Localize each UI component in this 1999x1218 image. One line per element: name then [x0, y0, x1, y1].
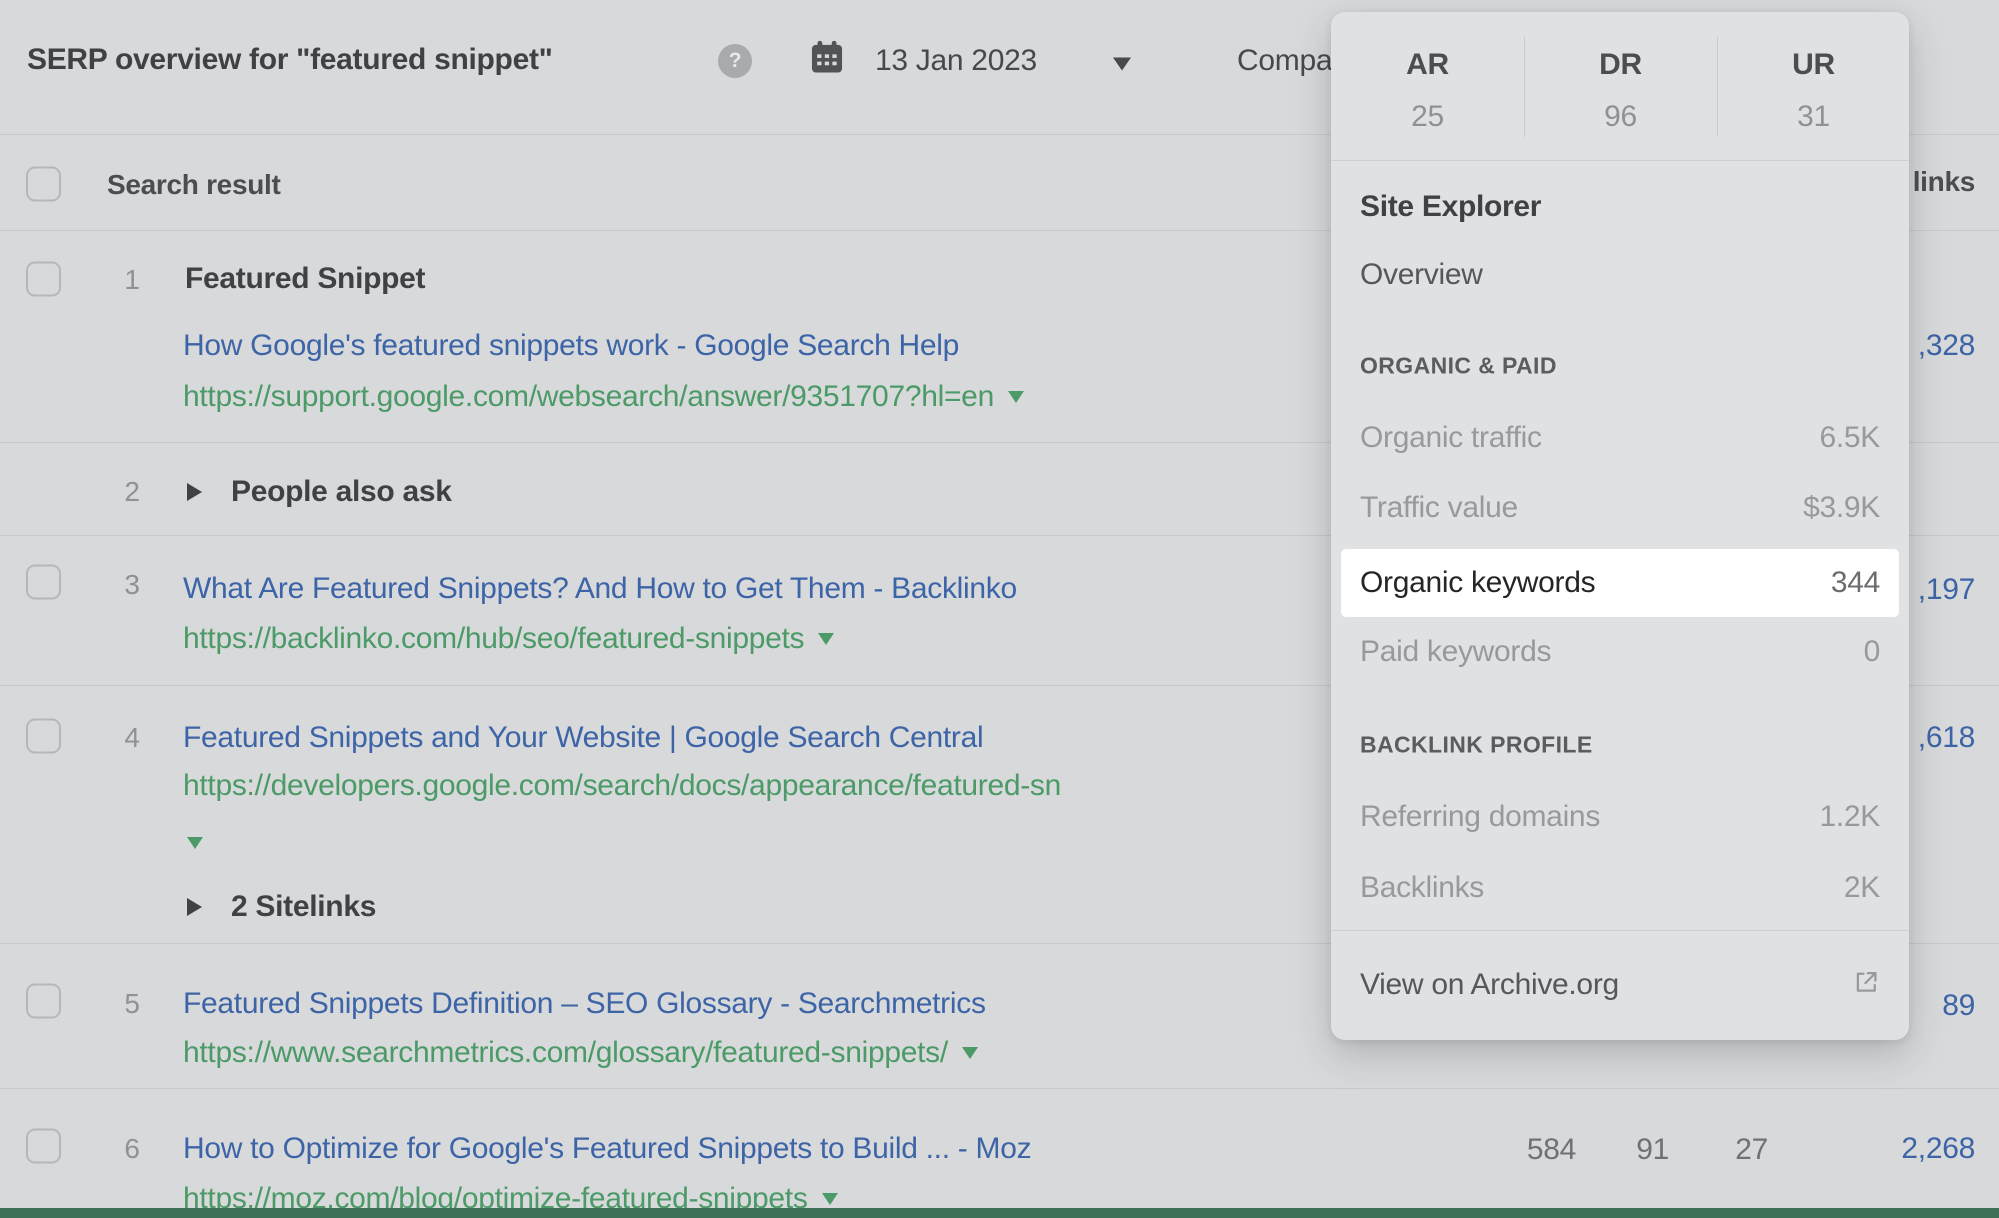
sitelinks-toggle[interactable]: 2 Sitelinks	[231, 892, 376, 922]
result-url[interactable]: https://backlinko.com/hub/seo/featured-s…	[183, 622, 804, 655]
compare-control-partial[interactable]: Compa	[1237, 46, 1332, 76]
menu-item-organic-keywords[interactable]: Organic keywords	[1360, 568, 1595, 598]
ur-label: UR	[1717, 50, 1909, 80]
result-link[interactable]: What Are Featured Snippets? And How to G…	[183, 574, 1017, 604]
column-header-backlinks-partial[interactable]: links	[1913, 168, 1975, 196]
menu-item-overview[interactable]: Overview	[1360, 260, 1483, 290]
ar-label: AR	[1331, 50, 1524, 80]
serp-feature-title[interactable]: People also ask	[231, 477, 452, 507]
divider	[1331, 930, 1909, 931]
backlinks-value-partial[interactable]: ,197	[1918, 575, 1975, 605]
backlinks-value-partial[interactable]: ,618	[1918, 723, 1975, 753]
result-link[interactable]: Featured Snippets Definition – SEO Gloss…	[183, 989, 986, 1019]
organic-traffic-value: 6.5K	[1819, 423, 1880, 453]
serp-position: 2	[110, 478, 154, 506]
bottom-section-bar	[0, 1208, 1999, 1218]
result-url-line: https://support.google.com/websearch/ans…	[183, 382, 1024, 412]
section-backlink-profile: BACKLINK PROFILE	[1360, 734, 1593, 757]
row-checkbox[interactable]	[26, 262, 61, 297]
section-organic-paid: ORGANIC & PAID	[1360, 355, 1557, 378]
menu-item-paid-keywords[interactable]: Paid keywords	[1360, 637, 1551, 667]
serp-position: 1	[110, 266, 154, 294]
site-explorer-title: Site Explorer	[1360, 192, 1541, 222]
serp-position: 6	[110, 1135, 154, 1163]
date-chevron-down-icon[interactable]	[1113, 58, 1131, 71]
backlinks-value: 2K	[1844, 873, 1880, 903]
paid-keywords-value: 0	[1864, 637, 1880, 667]
dr-value: 96	[1524, 102, 1717, 132]
organic-keywords-value: 344	[1831, 568, 1880, 598]
dr-metric[interactable]: DR 96	[1524, 50, 1717, 132]
url-dropdown-icon[interactable]	[962, 1047, 978, 1059]
ur-value: 27	[1735, 1135, 1768, 1165]
dr-value: 91	[1636, 1135, 1669, 1165]
row-checkbox[interactable]	[26, 719, 61, 754]
result-link[interactable]: How Google's featured snippets work - Go…	[183, 331, 959, 361]
row-checkbox[interactable]	[26, 984, 61, 1019]
backlinks-value-partial[interactable]: ,328	[1918, 331, 1975, 361]
serp-position: 4	[110, 724, 154, 752]
url-dropdown-icon[interactable]	[818, 633, 834, 645]
url-dropdown-icon[interactable]	[187, 837, 203, 849]
result-url[interactable]: https://www.searchmetrics.com/glossary/f…	[183, 1036, 948, 1069]
menu-item-referring-domains[interactable]: Referring domains	[1360, 802, 1600, 832]
serp-feature-title: Featured Snippet	[185, 264, 425, 294]
url-dropdown-icon[interactable]	[1008, 391, 1024, 403]
result-link[interactable]: Featured Snippets and Your Website | Goo…	[183, 723, 983, 753]
serp-position: 5	[110, 990, 154, 1018]
ar-value: 584	[1527, 1135, 1576, 1165]
expand-triangle-icon[interactable]	[187, 483, 202, 501]
site-explorer-popup: AR 25 DR 96 UR 31 Site Explorer Overview…	[1331, 12, 1909, 1040]
select-all-checkbox[interactable]	[26, 167, 61, 202]
divider	[1524, 37, 1525, 137]
serp-overview-screen: SERP overview for "featured snippet" ? 1…	[0, 0, 1999, 1218]
menu-item-traffic-value[interactable]: Traffic value	[1360, 493, 1518, 523]
page-title: SERP overview for "featured snippet"	[27, 45, 553, 75]
menu-item-organic-traffic[interactable]: Organic traffic	[1360, 423, 1542, 453]
divider	[1717, 37, 1718, 137]
expand-triangle-icon[interactable]	[187, 898, 202, 916]
menu-item-view-archive[interactable]: View on Archive.org	[1360, 970, 1619, 1000]
traffic-value-value: $3.9K	[1803, 493, 1880, 523]
ur-metric[interactable]: UR 31	[1717, 50, 1909, 132]
calendar-icon[interactable]	[808, 39, 846, 82]
ar-metric[interactable]: AR 25	[1331, 50, 1524, 132]
result-url-partial[interactable]: https://developers.google.com/search/doc…	[183, 771, 1061, 801]
result-url[interactable]: https://support.google.com/websearch/ans…	[183, 380, 994, 413]
external-link-icon[interactable]	[1851, 968, 1881, 1003]
help-icon[interactable]: ?	[718, 44, 752, 78]
dr-label: DR	[1524, 50, 1717, 80]
ar-value: 25	[1331, 102, 1524, 132]
serp-position: 3	[110, 571, 154, 599]
row-checkbox[interactable]	[26, 1129, 61, 1164]
referring-domains-value: 1.2K	[1819, 802, 1880, 832]
column-header-search-result[interactable]: Search result	[107, 171, 281, 199]
row-checkbox[interactable]	[26, 565, 61, 600]
ur-value: 31	[1717, 102, 1909, 132]
backlinks-value[interactable]: 2,268	[1901, 1134, 1975, 1164]
divider	[0, 1088, 1999, 1089]
menu-item-backlinks[interactable]: Backlinks	[1360, 873, 1484, 903]
date-selector[interactable]: 13 Jan 2023	[875, 46, 1037, 76]
backlinks-value-partial[interactable]: 89	[1942, 991, 1975, 1021]
result-link[interactable]: How to Optimize for Google's Featured Sn…	[183, 1134, 1031, 1164]
result-url-line: https://www.searchmetrics.com/glossary/f…	[183, 1038, 978, 1068]
url-dropdown-icon[interactable]	[822, 1193, 838, 1205]
result-url-line: https://backlinko.com/hub/seo/featured-s…	[183, 624, 834, 654]
divider	[1331, 160, 1909, 161]
